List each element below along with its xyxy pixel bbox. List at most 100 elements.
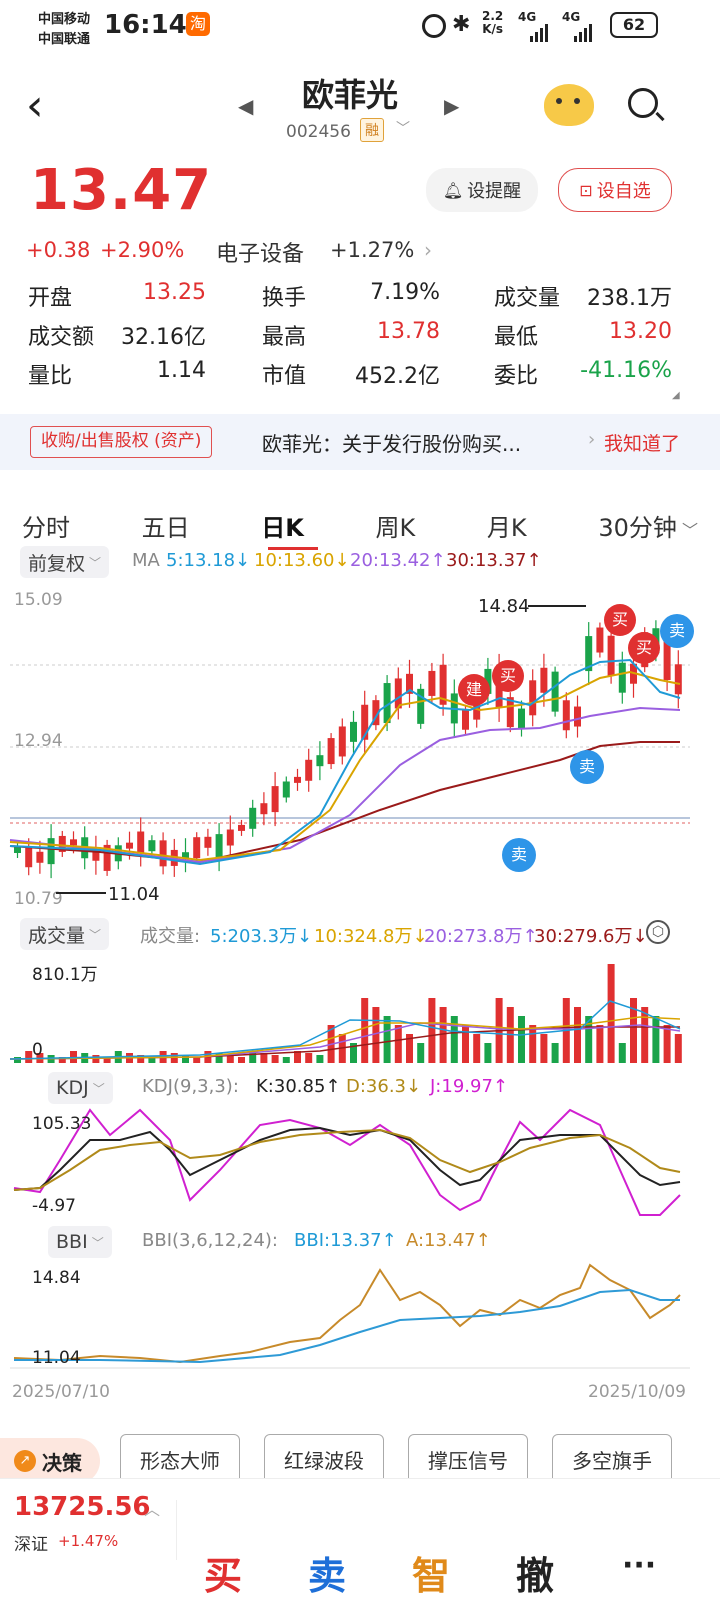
- tab-monthly-k[interactable]: 月K: [477, 500, 537, 552]
- kdj-d-legend: D:36.3↓: [346, 1076, 422, 1097]
- signal-buy[interactable]: 买: [492, 660, 524, 692]
- signal-sell[interactable]: 卖: [502, 838, 536, 872]
- search-icon[interactable]: [628, 88, 665, 122]
- mascot-icon[interactable]: [544, 84, 594, 126]
- tab-daily-k[interactable]: 日K: [251, 500, 314, 552]
- volume-bar: [394, 1025, 402, 1063]
- chevron-down-icon[interactable]: ﹀: [396, 118, 410, 138]
- volume-bar: [652, 1016, 660, 1063]
- date-end: 2025/10/09: [588, 1382, 686, 1402]
- volume-chart[interactable]: [0, 955, 720, 1067]
- candle: [316, 755, 324, 767]
- ma5-legend: 5:13.18↓: [166, 550, 251, 571]
- bbi-chart[interactable]: [0, 1260, 720, 1372]
- vol-prefix: 成交量:: [140, 926, 201, 947]
- prev-stock-icon[interactable]: ◀: [238, 94, 253, 118]
- battery-icon: 62: [610, 12, 658, 38]
- buy-button[interactable]: 买: [204, 1545, 242, 1600]
- volume-bar: [193, 1057, 201, 1063]
- volume-bar: [484, 1043, 492, 1063]
- candle: [350, 721, 357, 742]
- kdj-j-line: [13, 1108, 681, 1216]
- back-icon[interactable]: ‹: [26, 80, 44, 131]
- stat-value: 13.25: [143, 280, 206, 305]
- settings-icon[interactable]: ⬡: [646, 920, 670, 944]
- more-icon[interactable]: ···: [622, 1548, 656, 1583]
- ma20-legend: 20:13.42↑: [350, 550, 446, 571]
- tab-fenshi[interactable]: 分时: [12, 500, 80, 552]
- candle: [282, 781, 290, 798]
- candle: [327, 738, 335, 765]
- candle: [674, 664, 682, 695]
- carrier-1: 中国移动: [38, 12, 91, 27]
- stock-code: 002456: [286, 122, 351, 142]
- kdj-k-legend: K:30.85↑: [256, 1076, 341, 1097]
- cancel-order-button[interactable]: 撤: [516, 1545, 554, 1600]
- high-leader-line: [528, 605, 586, 607]
- stat-label: 市值: [262, 364, 307, 389]
- notice-tag: 收购/出售股权 (资产): [30, 426, 213, 458]
- stat-label: 最低: [494, 325, 539, 350]
- alarm-icon: [422, 14, 446, 38]
- tab-5day[interactable]: 五日: [132, 500, 200, 552]
- tool-red-green-band[interactable]: 红绿波段: [264, 1434, 384, 1484]
- volume-bar: [450, 1016, 458, 1063]
- net-speed: 2.2 K/s: [482, 9, 504, 36]
- volume-bars-group: [14, 964, 682, 1063]
- add-watchlist-button[interactable]: ⊡ 设自选: [558, 168, 672, 212]
- kchart-y-top: 15.09: [14, 590, 63, 610]
- stat-label: 最高: [262, 325, 307, 350]
- tool-bull-bear[interactable]: 多空旗手: [552, 1434, 672, 1484]
- candle: [518, 708, 525, 729]
- chevron-up-icon[interactable]: ︿: [144, 1496, 160, 1520]
- chevron-right-icon[interactable]: ›: [424, 238, 432, 262]
- signal-2-label: 4G: [562, 10, 581, 24]
- candle: [462, 709, 469, 730]
- sector-pct: +1.27%: [330, 238, 415, 262]
- price-change: +0.38: [26, 238, 91, 262]
- signal-sell[interactable]: 卖: [570, 750, 604, 784]
- smart-button[interactable]: 智: [412, 1545, 450, 1600]
- bell-icon: 🔔︎: [442, 180, 464, 200]
- sector-name[interactable]: 电子设备: [216, 236, 304, 268]
- tab-weekly-k[interactable]: 周K: [366, 500, 426, 552]
- stat-value: 452.2亿: [355, 364, 440, 389]
- candle: [562, 700, 570, 731]
- tool-support-resistance[interactable]: 撑压信号: [408, 1434, 528, 1484]
- set-reminder-button[interactable]: 🔔︎ 设提醒: [426, 168, 538, 212]
- index-value[interactable]: 13725.56: [14, 1492, 151, 1522]
- vol-y-bot: 0: [32, 1040, 43, 1060]
- stat-value: 1.14: [157, 358, 206, 383]
- notice-text: 欧菲光：关于发行股份购买...: [262, 432, 522, 456]
- signal-build[interactable]: 建: [458, 674, 490, 706]
- volume-selector[interactable]: 成交量 ﹀: [20, 918, 110, 950]
- candle: [137, 831, 145, 853]
- tool-pattern-master[interactable]: 形态大师: [120, 1434, 240, 1484]
- bbi-selector[interactable]: BBI ﹀: [48, 1226, 112, 1258]
- volume-bar: [417, 1043, 425, 1063]
- ma10-legend: 10:13.60↓: [254, 550, 350, 571]
- dismiss-notice-button[interactable]: 我知道了: [604, 429, 680, 456]
- candle: [215, 834, 223, 861]
- stat-value: 238.1万: [587, 286, 672, 311]
- kdj-chart[interactable]: [0, 1100, 720, 1218]
- signal-sell[interactable]: 卖: [660, 614, 694, 648]
- tab-30min[interactable]: 30分钟 ﹀: [588, 500, 708, 552]
- candle: [618, 662, 626, 693]
- candles-group: [14, 620, 682, 879]
- sell-button[interactable]: 卖: [308, 1545, 346, 1600]
- stat-value: 13.78: [377, 319, 440, 344]
- notice-bar[interactable]: 收购/出售股权 (资产) 欧菲光：关于发行股份购买... › 我知道了: [0, 414, 720, 470]
- stat-value: 13.20: [609, 319, 672, 344]
- candle: [540, 667, 548, 693]
- stat-label: 成交量: [494, 286, 561, 311]
- stat-label: 量比: [28, 364, 73, 389]
- volume-bar: [674, 1034, 682, 1063]
- signal-buy[interactable]: 买: [628, 632, 660, 664]
- taobao-icon: 淘: [186, 12, 210, 36]
- adjust-selector[interactable]: 前复权 ﹀: [20, 546, 110, 578]
- expand-corner-icon[interactable]: ◢: [672, 390, 680, 401]
- signal-buy[interactable]: 买: [604, 604, 636, 636]
- next-stock-icon[interactable]: ▶: [444, 94, 459, 118]
- candle: [338, 726, 346, 757]
